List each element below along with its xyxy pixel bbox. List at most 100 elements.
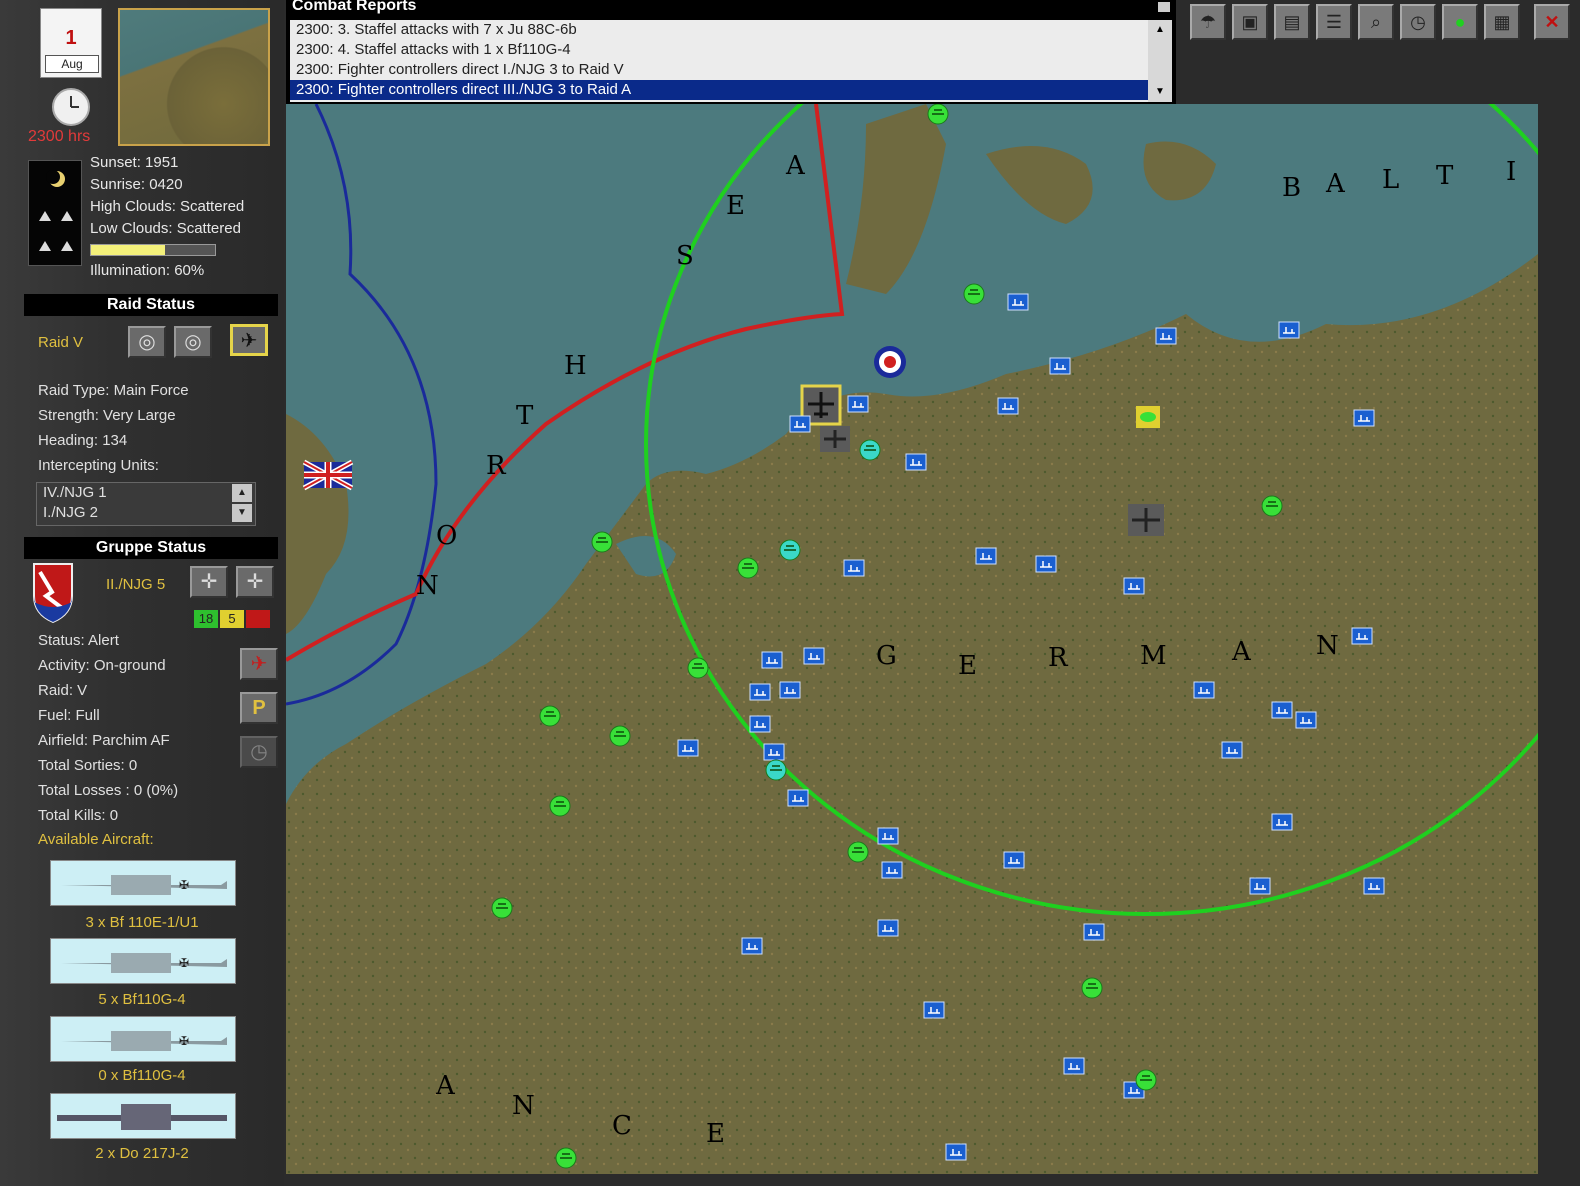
airfield-icon[interactable]	[1193, 681, 1215, 699]
airfield-icon[interactable]	[1295, 711, 1317, 729]
svg-text:✠: ✠	[179, 1034, 189, 1048]
airfield-icon[interactable]	[1278, 321, 1300, 339]
aircraft-count: 2 x Do 217J-2	[95, 1145, 189, 1162]
airfield-icon[interactable]	[779, 681, 801, 699]
airfield-icon[interactable]	[741, 937, 763, 955]
airfield-icon[interactable]	[843, 559, 865, 577]
airfield-icon[interactable]	[1155, 327, 1177, 345]
aircraft-image[interactable]: ✠	[50, 1016, 236, 1062]
save-icon[interactable]: ▣	[1232, 4, 1268, 40]
sea-letter: N	[416, 571, 439, 601]
list-item[interactable]: I./NJG 2	[37, 503, 255, 523]
raid-marker[interactable]	[820, 426, 850, 452]
airfield-icon[interactable]	[1221, 741, 1243, 759]
uk-flag-icon[interactable]	[302, 459, 354, 491]
prev-unit-button[interactable]: ✛	[190, 566, 228, 598]
list-icon[interactable]: ☰	[1316, 4, 1352, 40]
raid-name: Raid V	[38, 334, 84, 351]
grid-icon[interactable]: ▦	[1484, 4, 1520, 40]
airfield-icon[interactable]	[1271, 701, 1293, 719]
zoom-icon[interactable]: ⌕	[1358, 4, 1394, 40]
country-letter: A	[1231, 637, 1252, 667]
airfield-icon[interactable]	[945, 1143, 967, 1161]
airfield-icon[interactable]	[905, 453, 927, 471]
patrol-button[interactable]: P	[240, 692, 278, 724]
airfield-icon[interactable]	[1353, 409, 1375, 427]
airfield-icon[interactable]	[923, 1001, 945, 1019]
map-canvas[interactable]: N O R T H S E A B A L T I G E R M A N A …	[286, 104, 1538, 1174]
report-row-selected[interactable]: 2300: Fighter controllers direct III./NJ…	[290, 80, 1148, 100]
stopwatch-icon[interactable]: ◷	[1400, 4, 1436, 40]
airfield-icon[interactable]	[1049, 357, 1071, 375]
intercepting-label: Intercepting Units:	[38, 457, 159, 474]
unit-name: II./NJG 5	[106, 576, 166, 593]
list-item[interactable]: IV./NJG 1	[37, 483, 255, 503]
report-icon[interactable]: ▤	[1274, 4, 1310, 40]
raf-roundel-icon[interactable]	[874, 346, 906, 378]
low-clouds-text: Low Clouds: Scattered	[90, 220, 241, 237]
report-row[interactable]: 2300: 4. Staffel attacks with 1 x Bf110G…	[290, 40, 1148, 60]
scroll-up-icon[interactable]: ▲	[232, 484, 252, 502]
minimap[interactable]	[118, 8, 270, 146]
clock-icon[interactable]	[52, 88, 90, 126]
next-unit-button[interactable]: ✛	[236, 566, 274, 598]
airfield-icon[interactable]	[787, 789, 809, 807]
report-row[interactable]: 2300: 3. Staffel attacks with 7 x Ju 88C…	[290, 20, 1148, 40]
sea-letter: T	[1436, 161, 1454, 191]
next-raid-button[interactable]: ◎	[174, 326, 212, 358]
airfield-icon[interactable]	[1003, 851, 1025, 869]
raid-aircraft-button[interactable]: ✈	[230, 324, 268, 356]
scroll-down-icon[interactable]: ▼	[1148, 82, 1172, 102]
scroll-down-icon[interactable]: ▼	[232, 504, 252, 522]
aircraft-image[interactable]: ✠	[50, 938, 236, 984]
takeoff-button[interactable]: ✈	[240, 648, 278, 680]
close-icon[interactable]: ✕	[1534, 4, 1570, 40]
airfield-icon[interactable]	[1083, 923, 1105, 941]
airfield-icon[interactable]	[677, 739, 699, 757]
airfield-icon[interactable]	[881, 861, 903, 879]
airfield-icon[interactable]	[761, 651, 783, 669]
reports-scrollbar[interactable]: ▲ ▼	[1148, 20, 1172, 102]
report-row[interactable]: 2300: Fighter controllers direct I./NJG …	[290, 60, 1148, 80]
combat-reports-list[interactable]: 2300: 3. Staffel attacks with 7 x Ju 88C…	[290, 20, 1148, 102]
airfield-icon[interactable]	[1271, 813, 1293, 831]
country-letter: E	[958, 651, 977, 681]
airfield-icon[interactable]	[1363, 877, 1385, 895]
airfield-icon[interactable]	[847, 395, 869, 413]
country-letter: N	[1316, 631, 1339, 661]
aircraft-image[interactable]	[50, 1093, 236, 1139]
airfield-icon[interactable]	[975, 547, 997, 565]
airfield-icon[interactable]	[763, 743, 785, 761]
aircraft-count: 3 x Bf 110E-1/U1	[85, 914, 199, 931]
minimize-icon[interactable]	[1158, 2, 1170, 12]
airfield-icon[interactable]	[789, 415, 811, 433]
airfield-icon[interactable]	[1035, 555, 1057, 573]
aircraft-image[interactable]: ✠	[50, 860, 236, 906]
airfield-icon[interactable]	[749, 683, 771, 701]
sea-letter: R	[486, 451, 507, 481]
timer-button[interactable]: ◷	[240, 736, 278, 768]
airfield-icon[interactable]	[1249, 877, 1271, 895]
airfield-icon[interactable]	[1063, 1057, 1085, 1075]
country-letter: M	[1140, 641, 1167, 671]
aircraft-count: 0 x Bf110G-4	[98, 1067, 186, 1084]
airfield-icon[interactable]	[877, 919, 899, 937]
prev-raid-button[interactable]: ◎	[128, 326, 166, 358]
airfield-icon[interactable]	[1123, 577, 1145, 595]
airfield-icon[interactable]	[1351, 627, 1373, 645]
scroll-up-icon[interactable]: ▲	[1148, 20, 1172, 40]
airfield-icon[interactable]	[803, 647, 825, 665]
strategic-map[interactable]: N O R T H S E A B A L T I G E R M A N A …	[286, 104, 1538, 1174]
calendar[interactable]: 1 Aug	[40, 8, 102, 78]
status-light-icon[interactable]: ●	[1442, 4, 1478, 40]
high-clouds-text: High Clouds: Scattered	[90, 198, 245, 215]
airfield-icon[interactable]	[997, 397, 1019, 415]
parachute-icon[interactable]: ☂	[1190, 4, 1226, 40]
raid-strength: Strength: Very Large	[38, 407, 176, 424]
airfield-icon[interactable]	[877, 827, 899, 845]
airfield-icon[interactable]	[1007, 293, 1029, 311]
airfield-icon[interactable]	[749, 715, 771, 733]
target-marker[interactable]	[1136, 406, 1160, 428]
intercepting-units-list[interactable]: IV./NJG 1 I./NJG 2	[36, 482, 256, 526]
raid-marker[interactable]	[1128, 504, 1164, 536]
